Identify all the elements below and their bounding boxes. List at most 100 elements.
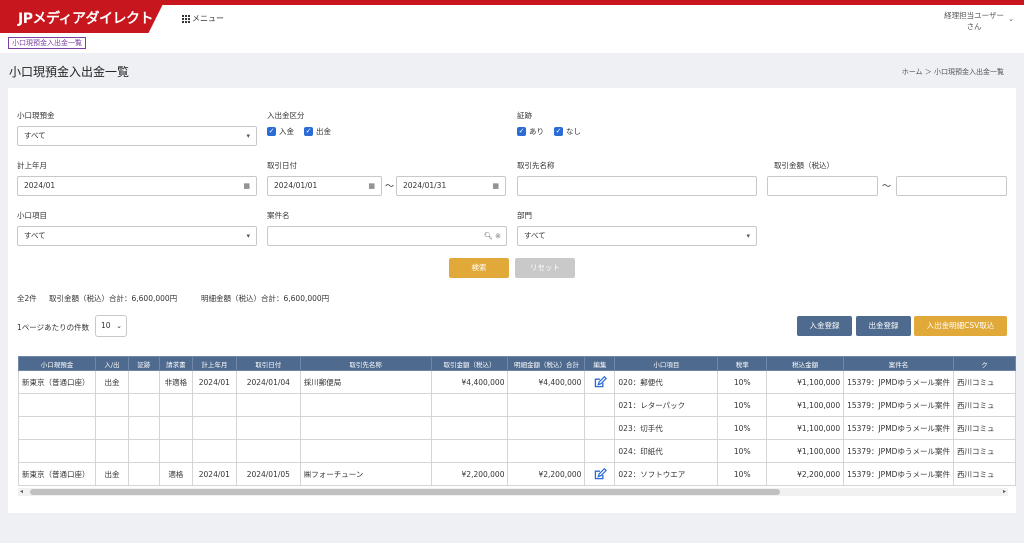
column-header: 小口項目 — [614, 356, 719, 371]
column-header: ク — [952, 356, 1016, 371]
table-cell — [127, 462, 160, 486]
posting-month-value: 2024/01 — [24, 181, 56, 190]
page-tab-tag[interactable]: 小口現預金入出金一覧 — [8, 37, 86, 49]
table-cell: ¥4,400,000 — [507, 370, 586, 394]
table-cell: 15379：JPMDゆうメール案件 — [843, 462, 954, 486]
table-cell: 15379：JPMDゆうメール案件 — [843, 416, 954, 440]
checkbox-out[interactable]: ✓ 出金 — [304, 126, 331, 137]
amount-from-input[interactable] — [767, 176, 878, 196]
caret-down-icon: ▾ — [246, 132, 250, 140]
column-header: 証跡 — [127, 356, 160, 371]
reset-button[interactable]: リセット — [515, 258, 575, 278]
per-page-value: 10 — [101, 321, 111, 330]
edit-icon[interactable] — [593, 467, 607, 481]
horizontal-scrollbar[interactable]: ◂ ▸ — [18, 488, 1008, 496]
table-cell — [235, 439, 301, 463]
dept-label: 部門 — [517, 211, 532, 220]
table-cell: 西川コミュ — [952, 462, 1016, 486]
checkbox-checked-icon: ✓ — [267, 127, 276, 136]
amount-to-input[interactable] — [896, 176, 1007, 196]
column-header: 取引先名称 — [299, 356, 432, 371]
table-row[interactable]: 023：切手代 10% ¥1,100,000 15379：JPMDゆうメール案件 西川コ… — [18, 416, 1016, 440]
counterparty-input[interactable] — [517, 176, 757, 196]
table-cell — [507, 393, 586, 417]
txn-date-from-input[interactable]: 2024/01/01 ▦ — [267, 176, 382, 196]
table-cell: 2024/01 — [191, 370, 237, 394]
clear-icon[interactable]: ⊗ — [495, 232, 501, 240]
table-cell: 西川コミュ — [952, 416, 1016, 440]
table-cell — [430, 439, 509, 463]
txn-date-to-input[interactable]: 2024/01/31 ▦ — [396, 176, 506, 196]
checkbox-in[interactable]: ✓ 入金 — [267, 126, 294, 137]
item-select[interactable]: すべて ▾ — [17, 226, 257, 246]
caret-down-icon: ▾ — [746, 232, 750, 240]
table-cell — [584, 439, 616, 463]
table-cell — [127, 416, 160, 440]
column-header: 税込金額 — [766, 356, 845, 371]
item-label: 小口項目 — [17, 211, 47, 220]
detail-total: 明細金額（税込）合計：6,600,000円 — [201, 294, 330, 303]
table-cell — [430, 393, 509, 417]
column-header: 請求書 — [158, 356, 193, 371]
project-actions: 🔍︎ ⊗ — [484, 227, 501, 245]
table-cell: 15379：JPMDゆうメール案件 — [843, 393, 954, 417]
table-cell[interactable] — [584, 462, 616, 486]
table-cell: 024：印紙代 — [614, 439, 719, 463]
per-page-select[interactable]: 10 ⌄ — [95, 315, 127, 337]
checkbox-evidence-yes[interactable]: ✓ あり — [517, 126, 544, 137]
table-cell: 10% — [717, 462, 768, 486]
checkbox-checked-icon: ✓ — [517, 127, 526, 136]
table-cell: 非適格 — [158, 370, 193, 394]
table-cell: 10% — [717, 439, 768, 463]
table-cell: 出金 — [94, 462, 129, 486]
menu-label: メニュー — [192, 14, 224, 23]
edit-icon[interactable] — [593, 375, 607, 389]
table-cell — [158, 393, 193, 417]
table-cell: ¥1,100,000 — [766, 416, 845, 440]
table-cell — [18, 393, 96, 417]
project-label: 案件名 — [267, 211, 290, 220]
table-cell: 適格 — [158, 462, 193, 486]
table-cell[interactable] — [584, 370, 616, 394]
in-out-label: 入出金区分 — [267, 111, 305, 120]
table-cell — [584, 416, 616, 440]
checkbox-evidence-no[interactable]: ✓ なし — [554, 126, 581, 137]
amount-label: 取引金額（税込） — [774, 161, 834, 170]
table-cell: 出金 — [94, 370, 129, 394]
project-input[interactable]: 🔍︎ ⊗ — [267, 226, 507, 246]
user-suffix: さん — [966, 22, 982, 31]
search-button[interactable]: 検索 — [449, 258, 509, 278]
table-cell — [299, 416, 432, 440]
table-cell — [430, 416, 509, 440]
search-icon[interactable]: 🔍︎ — [484, 232, 493, 240]
column-header: 小口現預金 — [18, 356, 96, 371]
breadcrumb[interactable]: ホーム ＞ 小口現預金入出金一覧 — [902, 67, 1004, 77]
table-cell — [299, 393, 432, 417]
table-cell: 10% — [717, 416, 768, 440]
scroll-right-arrow-icon[interactable]: ▸ — [1003, 488, 1006, 496]
posting-month-input[interactable]: 2024/01 ▦ — [17, 176, 257, 196]
table-cell — [127, 393, 160, 417]
chevron-down-icon[interactable]: ⌄ — [1008, 15, 1014, 23]
withdraw-register-button[interactable]: 出金登録 — [856, 316, 911, 336]
table-cell — [299, 439, 432, 463]
table-cell: 採川郵便局 — [299, 370, 432, 394]
table-cell: 15379：JPMDゆうメール案件 — [843, 370, 954, 394]
table-row[interactable]: 021：レターパック 10% ¥1,100,000 15379：JPMDゆうメール案件… — [18, 393, 1016, 417]
table-cell — [191, 393, 237, 417]
dept-select[interactable]: すべて ▾ — [517, 226, 757, 246]
caret-down-icon: ▾ — [246, 232, 250, 240]
table-row[interactable]: 024：印紙代 10% ¥1,100,000 15379：JPMDゆうメール案件 西川コ… — [18, 439, 1016, 463]
user-menu[interactable]: 経理担当ユーザー さん — [944, 10, 1004, 32]
table-cell — [158, 439, 193, 463]
deposit-register-button[interactable]: 入金登録 — [797, 316, 852, 336]
table-row[interactable]: 新東京（普通口座） 出金 非適格 2024/01 2024/01/04 採川郵便局 ¥4,4… — [18, 370, 1016, 394]
scroll-left-arrow-icon[interactable]: ◂ — [20, 488, 23, 496]
csv-import-button[interactable]: 入出金明細CSV取込 — [914, 316, 1007, 336]
menu-button[interactable]: メニュー — [182, 13, 224, 24]
scrollbar-thumb[interactable] — [30, 489, 780, 495]
table-cell — [235, 416, 301, 440]
petty-cash-select[interactable]: すべて ▾ — [17, 126, 257, 146]
table-row[interactable]: 新東京（普通口座） 出金 適格 2024/01 2024/01/05 ㈱フォーチューン ¥2… — [18, 462, 1016, 486]
brand-logo[interactable]: JPメディアダイレクト — [0, 0, 165, 33]
